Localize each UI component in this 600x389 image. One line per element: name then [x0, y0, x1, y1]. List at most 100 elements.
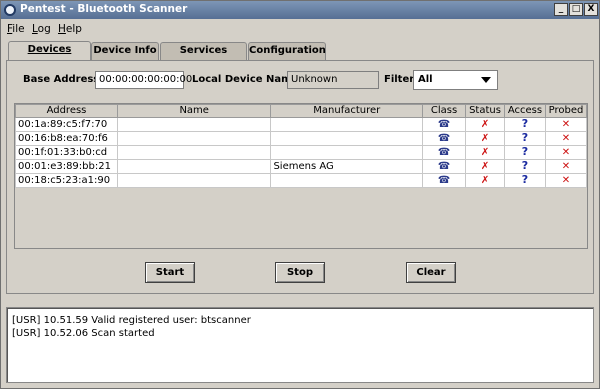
question-icon: ? [521, 117, 529, 130]
red-x-icon: ✕ [561, 118, 571, 130]
app-icon [4, 4, 16, 16]
cell-name [116, 145, 272, 160]
devices-table: Address Name Manufacturer Class Status A… [14, 103, 588, 249]
menu-log-label: og [37, 23, 51, 35]
phone-icon: ☎ [437, 146, 451, 158]
cell-probed: ✕ [544, 173, 588, 188]
column-header-status[interactable]: Status [465, 104, 505, 118]
menu-help-label: elp [65, 23, 82, 35]
phone-icon: ☎ [437, 118, 451, 130]
cell-manufacturer [270, 117, 424, 132]
cell-probed: ✕ [544, 131, 588, 146]
column-header-probed[interactable]: Probed [544, 104, 588, 118]
cell-address: 00:18:c5:23:a1:90 [15, 173, 118, 188]
question-icon: ? [521, 173, 529, 186]
menu-bar: File Log Help [1, 20, 599, 38]
filter-select[interactable]: All [413, 70, 498, 90]
tab-devices-found[interactable]: Devices Found [8, 41, 91, 71]
menu-file[interactable]: File [7, 23, 25, 35]
cell-name [116, 173, 272, 188]
column-header-manufacturer[interactable]: Manufacturer [270, 104, 424, 118]
app-window: Pentest - Bluetooth Scanner _ □ X File L… [0, 0, 600, 389]
base-address-label: Base Address: [23, 74, 104, 85]
cell-manufacturer [270, 173, 424, 188]
tab-device-info[interactable]: Device Info [91, 42, 159, 60]
minimize-button[interactable]: _ [554, 3, 568, 16]
tab-device-info-label: Device Info [93, 45, 157, 56]
clear-button[interactable]: Clear [406, 262, 456, 283]
menu-help-mnemonic: H [58, 23, 66, 35]
cell-probed: ✕ [544, 117, 588, 132]
table-row[interactable]: 00:18:c5:23:a1:90 ☎ ✗ ? ✕ [15, 173, 588, 188]
cell-class: ☎ [422, 145, 467, 160]
red-x-icon: ✕ [561, 132, 571, 144]
table-row[interactable]: 00:1a:89:c5:f7:70 ☎ ✗ ? ✕ [15, 117, 588, 132]
log-line: [USR] 10.52.06 Scan started [12, 328, 155, 339]
disconnected-icon: ✗ [480, 132, 490, 144]
cell-probed: ✕ [544, 145, 588, 160]
cell-status: ✗ [465, 131, 505, 146]
start-button[interactable]: Start [145, 262, 195, 283]
column-header-class[interactable]: Class [422, 104, 467, 118]
devices-found-panel: Base Address: 00:00:00:00:00:00 Local De… [6, 60, 594, 294]
tab-configuration[interactable]: Configuration [248, 42, 326, 60]
disconnected-icon: ✗ [480, 174, 490, 186]
cell-name [116, 131, 272, 146]
cell-status: ✗ [465, 117, 505, 132]
log-line: [USR] 10.51.59 Valid registered user: bt… [12, 315, 251, 326]
tab-services-found[interactable]: Services Found [160, 42, 247, 72]
cell-access: ? [504, 117, 546, 132]
column-header-access[interactable]: Access [504, 104, 546, 118]
local-device-name-field: Unknown [287, 71, 379, 89]
tab-configuration-label: Configuration [249, 45, 326, 56]
cell-access: ? [504, 173, 546, 188]
cell-address: 00:1a:89:c5:f7:70 [15, 117, 118, 132]
window-title: Pentest - Bluetooth Scanner [20, 3, 188, 15]
cell-access: ? [504, 131, 546, 146]
table-header-row: Address Name Manufacturer Class Status A… [15, 104, 588, 118]
red-x-icon: ✕ [561, 146, 571, 158]
menu-log[interactable]: Log [32, 23, 51, 35]
phone-icon: ☎ [437, 160, 451, 172]
question-icon: ? [521, 145, 529, 158]
menu-help[interactable]: Help [58, 23, 82, 35]
title-bar[interactable]: Pentest - Bluetooth Scanner _ □ X [1, 1, 599, 19]
column-header-name[interactable]: Name [116, 104, 272, 118]
phone-icon: ☎ [437, 174, 451, 186]
disconnected-icon: ✗ [480, 160, 490, 172]
question-icon: ? [521, 159, 529, 172]
disconnected-icon: ✗ [480, 146, 490, 158]
cell-status: ✗ [465, 173, 505, 188]
local-device-name-label: Local Device Name: [192, 74, 303, 85]
table-row[interactable]: 00:01:e3:89:bb:21 Siemens AG ☎ ✗ ? ✕ [15, 159, 588, 174]
cell-manufacturer [270, 131, 424, 146]
table-row[interactable]: 00:16:b8:ea:70:f6 ☎ ✗ ? ✕ [15, 131, 588, 146]
red-x-icon: ✕ [561, 160, 571, 172]
cell-address: 00:01:e3:89:bb:21 [15, 159, 118, 174]
filter-selected-value: All [418, 74, 433, 85]
cell-manufacturer [270, 145, 424, 160]
maximize-button[interactable]: □ [569, 3, 583, 16]
cell-status: ✗ [465, 159, 505, 174]
cell-class: ☎ [422, 173, 467, 188]
chevron-down-icon [481, 77, 491, 83]
column-header-address[interactable]: Address [15, 104, 118, 118]
cell-address: 00:1f:01:33:b0:cd [15, 145, 118, 160]
base-address-input[interactable]: 00:00:00:00:00:00 [95, 71, 192, 89]
table-row[interactable]: 00:1f:01:33:b0:cd ☎ ✗ ? ✕ [15, 145, 588, 160]
close-button[interactable]: X [584, 3, 598, 16]
menu-file-label: ile [12, 23, 25, 35]
red-x-icon: ✕ [561, 174, 571, 186]
cell-status: ✗ [465, 145, 505, 160]
cell-address: 00:16:b8:ea:70:f6 [15, 131, 118, 146]
question-icon: ? [521, 131, 529, 144]
cell-name [116, 159, 272, 174]
cell-name [116, 117, 272, 132]
cell-probed: ✕ [544, 159, 588, 174]
phone-icon: ☎ [437, 132, 451, 144]
cell-class: ☎ [422, 159, 467, 174]
stop-button[interactable]: Stop [275, 262, 325, 283]
cell-access: ? [504, 159, 546, 174]
log-output[interactable]: [USR] 10.51.59 Valid registered user: bt… [6, 307, 594, 383]
cell-class: ☎ [422, 131, 467, 146]
